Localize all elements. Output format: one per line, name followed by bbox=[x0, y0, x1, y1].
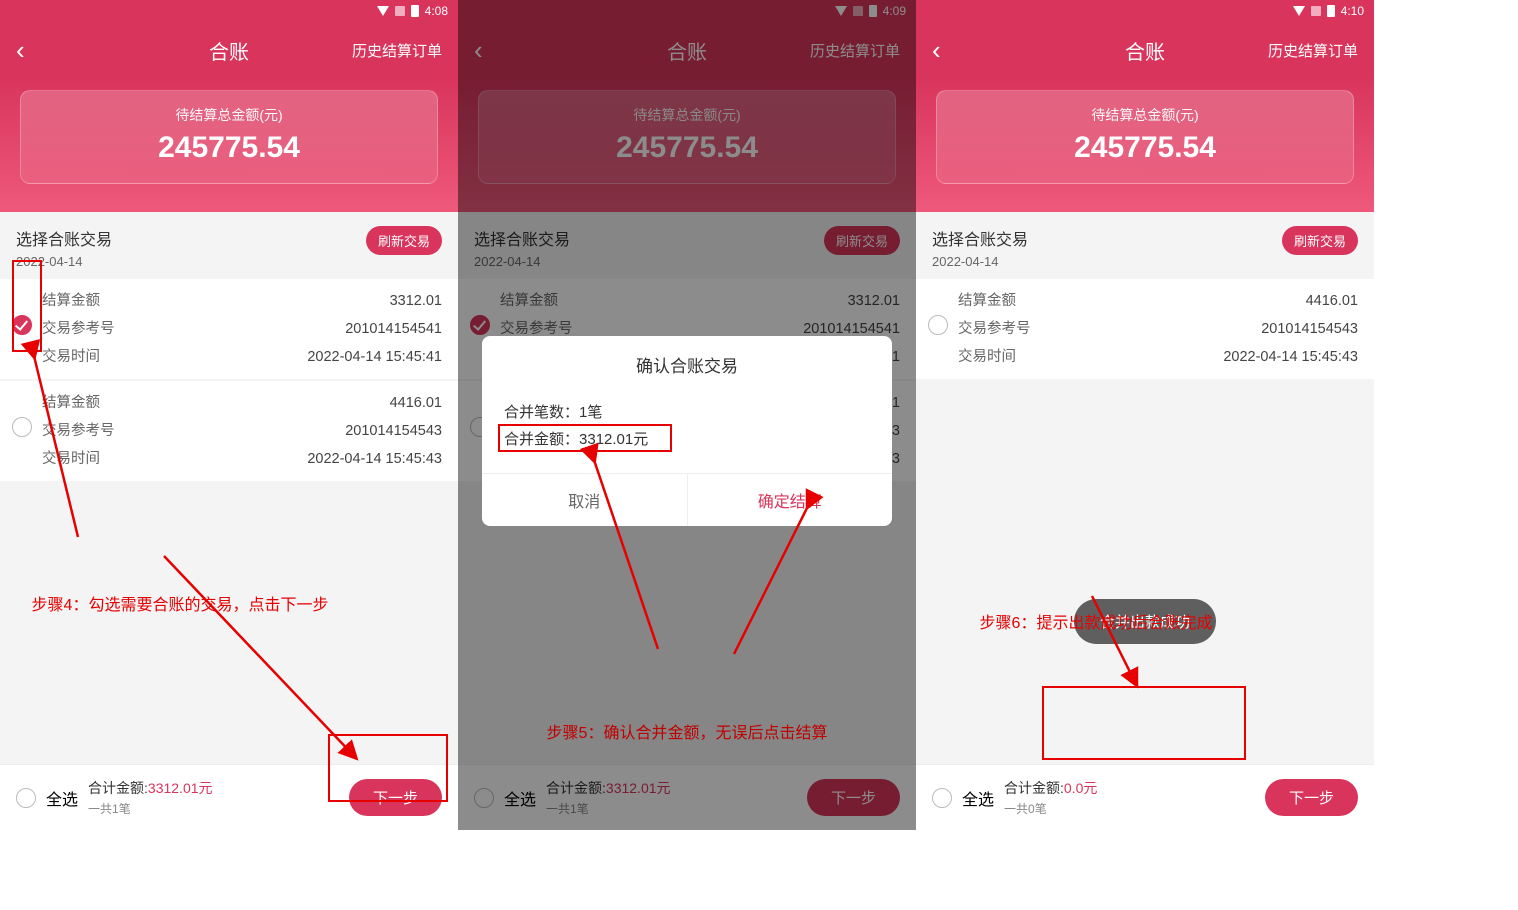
select-all-checkbox[interactable] bbox=[932, 788, 952, 808]
refresh-button[interactable]: 刷新交易 bbox=[366, 226, 442, 255]
clock: 4:10 bbox=[1341, 4, 1364, 18]
cancel-button[interactable]: 取消 bbox=[482, 474, 688, 526]
row-checkbox[interactable] bbox=[928, 315, 948, 335]
section-header: 选择合账交易 2022-04-14 刷新交易 bbox=[0, 212, 458, 279]
transaction-row[interactable]: 结算金额4416.01 交易参考号201014154543 交易时间2022-0… bbox=[916, 279, 1374, 379]
summary-panel: 待结算总金额(元) 245775.54 bbox=[0, 78, 458, 212]
clock: 4:09 bbox=[883, 4, 906, 18]
row-checkbox[interactable] bbox=[12, 417, 32, 437]
wifi-icon bbox=[1293, 6, 1305, 16]
screen-2: 4:09 ‹ 合账 历史结算订单 待结算总金额(元) 245775.54 选择合… bbox=[458, 0, 916, 830]
annotation-step4: 步骤4：勾选需要合账的交易，点击下一步 bbox=[10, 591, 350, 615]
select-all-checkbox[interactable] bbox=[16, 788, 36, 808]
signal-icon bbox=[1311, 6, 1321, 16]
status-bar: 4:10 bbox=[916, 0, 1374, 22]
app-header: ‹ 合账 历史结算订单 bbox=[0, 22, 458, 78]
select-all-label: 全选 bbox=[46, 786, 78, 810]
wifi-icon bbox=[835, 6, 847, 16]
status-bar: 4:09 bbox=[458, 0, 916, 22]
dialog-title: 确认合账交易 bbox=[482, 336, 892, 391]
total-amount-card: 待结算总金额(元) 245775.54 bbox=[20, 90, 438, 184]
row-checkbox[interactable] bbox=[12, 315, 32, 335]
confirm-dialog: 确认合账交易 合并笔数：1笔 合并金额：3312.01元 取消 确定结算 bbox=[482, 336, 892, 526]
back-icon[interactable]: ‹ bbox=[474, 37, 483, 63]
confirm-button[interactable]: 确定结算 bbox=[688, 474, 893, 526]
status-bar: 4:08 bbox=[0, 0, 458, 22]
annotation-step5: 步骤5：确认合并金额，无误后点击结算 bbox=[478, 719, 896, 743]
back-icon[interactable]: ‹ bbox=[932, 37, 941, 63]
back-icon[interactable]: ‹ bbox=[16, 37, 25, 63]
history-link[interactable]: 历史结算订单 bbox=[352, 40, 442, 61]
section-date: 2022-04-14 bbox=[16, 254, 112, 269]
history-link[interactable]: 历史结算订单 bbox=[810, 40, 900, 61]
battery-icon bbox=[411, 5, 419, 17]
clock: 4:08 bbox=[425, 4, 448, 18]
app-header: ‹ 合账 历史结算订单 bbox=[916, 22, 1374, 78]
screen-1: 4:08 ‹ 合账 历史结算订单 待结算总金额(元) 245775.54 选择合… bbox=[0, 0, 458, 830]
history-link[interactable]: 历史结算订单 bbox=[1268, 40, 1358, 61]
footer-bar: 全选 合计金额:3312.01元 一共1笔 下一步 bbox=[0, 764, 458, 830]
transaction-row[interactable]: 结算金额3312.01 交易参考号201014154541 交易时间2022-0… bbox=[0, 279, 458, 379]
wifi-icon bbox=[377, 6, 389, 16]
battery-icon bbox=[869, 5, 877, 17]
signal-icon bbox=[853, 6, 863, 16]
app-header: ‹ 合账 历史结算订单 bbox=[458, 22, 916, 78]
section-title: 选择合账交易 bbox=[16, 226, 112, 250]
screen-3: 4:10 ‹ 合账 历史结算订单 待结算总金额(元) 245775.54 选择合… bbox=[916, 0, 1374, 830]
next-button[interactable]: 下一步 bbox=[1265, 779, 1358, 816]
annotation-step6: 步骤6：提示出款成功后合账完成 bbox=[946, 609, 1246, 633]
signal-icon bbox=[395, 6, 405, 16]
next-button[interactable]: 下一步 bbox=[349, 779, 442, 816]
battery-icon bbox=[1327, 5, 1335, 17]
transaction-row[interactable]: 结算金额4416.01 交易参考号201014154543 交易时间2022-0… bbox=[0, 379, 458, 481]
